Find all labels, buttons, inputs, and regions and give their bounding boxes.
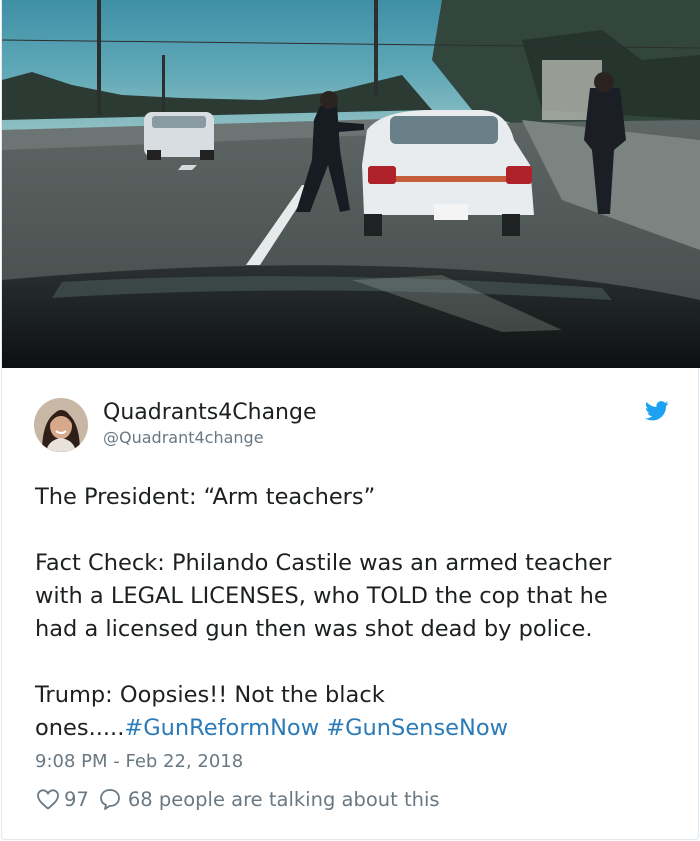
reply-button[interactable]: 68 people are talking about this [98, 787, 440, 811]
tweet-text-line: with a LEGAL LICENSES, who TOLD the cop … [35, 583, 608, 609]
tweet-timestamp[interactable]: 9:08 PM - Feb 22, 2018 [35, 750, 243, 774]
tweet-text-fragment: ones..... [35, 715, 125, 741]
display-name[interactable]: Quadrants4Change [103, 400, 317, 426]
avatar-image [34, 398, 88, 452]
hashtag-link-gunsensenow[interactable]: #GunSenseNow [326, 715, 508, 741]
tweet-text-line: ones.....#GunReformNow #GunSenseNow [35, 712, 675, 745]
talking-about-text: 68 people are talking about this [127, 787, 440, 811]
user-handle[interactable]: @Quadrant4change [103, 427, 317, 449]
embedded-tweet-card: Quadrants4Change @Quadrant4change The Pr… [1, 0, 700, 840]
user-avatar[interactable] [34, 398, 88, 452]
hashtag-link-gunreformnow[interactable]: #GunReformNow [124, 715, 319, 741]
twitter-bird-icon[interactable] [644, 400, 669, 422]
tweet-actions: 97 68 people are talking about this [36, 785, 440, 813]
like-button[interactable]: 97 [36, 788, 89, 811]
heart-icon [37, 789, 59, 810]
tweet-media-image[interactable] [2, 0, 700, 368]
tweet-text-line: The President: “Arm teachers” [35, 484, 376, 510]
speech-bubble-icon [99, 789, 120, 810]
tweet-text-line: had a licensed gun then was shot dead by… [35, 616, 593, 642]
like-count: 97 [64, 787, 89, 811]
dashcam-still-image [2, 0, 700, 368]
tweet-text: The President: “Arm teachers” Fact Check… [35, 481, 675, 745]
tweet-text-line: Fact Check: Philando Castile was an arme… [35, 550, 612, 576]
tweet-text-line: Trump: Oopsies!! Not the black [35, 682, 385, 708]
user-identity[interactable]: Quadrants4Change @Quadrant4change [103, 400, 317, 449]
